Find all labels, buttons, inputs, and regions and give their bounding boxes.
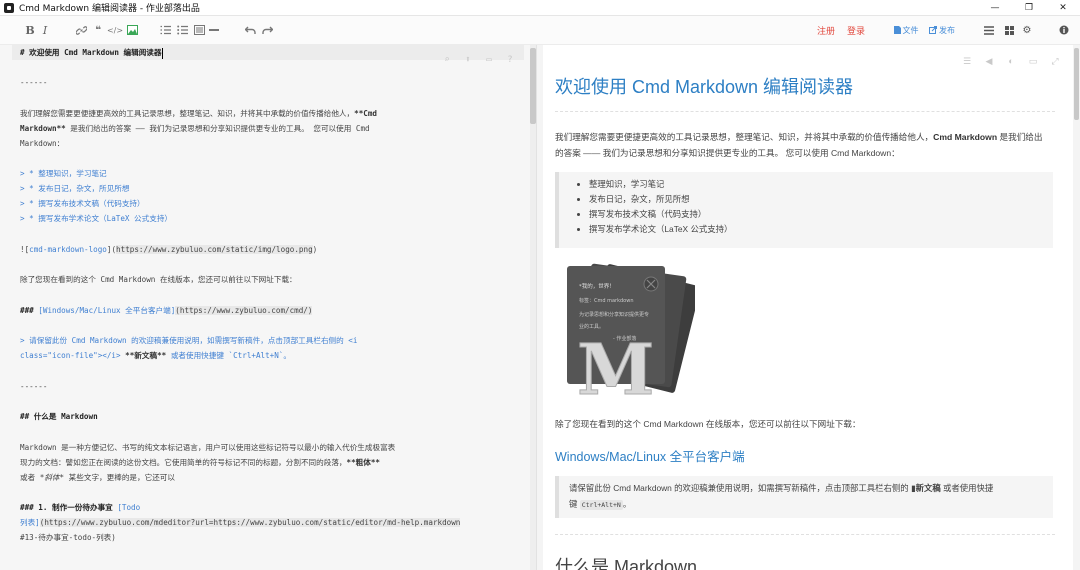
info-icon[interactable] xyxy=(1058,22,1070,38)
preview-heading: 什么是 Markdown xyxy=(555,557,698,570)
editor-line: ------ xyxy=(20,78,48,87)
editor-line: 我们理解您需要更便捷更高效的工具记录思想，整理笔记、知识，并将其中承载的价值传播… xyxy=(20,109,377,118)
grid-icon[interactable] xyxy=(1003,22,1015,38)
editor-line: ### [Windows/Mac/Linux 全平台客户端](https://w… xyxy=(20,306,313,315)
editor-line: > * 撰写发布学术论文（LaTeX 公式支持） xyxy=(20,214,173,223)
preview-divider xyxy=(555,111,1055,112)
client-download-link[interactable]: Windows/Mac/Linux 全平台客户端 xyxy=(555,446,745,465)
horizontal-rule-icon[interactable] xyxy=(208,22,220,38)
editor-line: Markdown 是一种方便记忆、书写的纯文本标记语言，用户可以使用这些标记符号… xyxy=(20,443,396,452)
preview-scrollbar[interactable] xyxy=(1073,45,1080,570)
minimize-button[interactable]: — xyxy=(978,0,1012,16)
monitor-icon[interactable]: ▭ xyxy=(1028,56,1038,66)
preview-paragraph: 除了您现在看到的这个 Cmd Markdown 在线版本，您还可以前往以下网址下… xyxy=(555,419,861,429)
editor-line: > * 发布日记，杂文，所见所想 xyxy=(20,184,130,193)
restore-button[interactable]: ❐ xyxy=(1012,0,1046,16)
fullscreen-icon[interactable]: ⤢ xyxy=(1050,56,1060,66)
italic-button[interactable]: I xyxy=(40,22,50,38)
editor-line: ![cmd-markdown-logo](https://www.zybuluo… xyxy=(20,245,318,254)
register-link[interactable]: 注册 xyxy=(815,22,837,38)
monitor-icon[interactable]: ▭ xyxy=(484,55,494,65)
editor-line: > 请保留此份 Cmd Markdown 的欢迎稿兼使用说明，如需撰写新稿件，点… xyxy=(20,336,358,345)
editor-line: 除了您现在看到的这个 Cmd Markdown 在线版本，您还可以前往以下网址下… xyxy=(20,275,297,284)
login-link[interactable]: 登录 xyxy=(845,22,867,38)
list-item: 整理知识，学习笔记 xyxy=(589,177,1053,192)
text-caret xyxy=(161,47,163,59)
editor-line: ------ xyxy=(20,382,48,391)
editor-line: 列表](https://www.zybuluo.com/mdeditor?url… xyxy=(20,518,461,527)
window-title-bar: Cmd Markdown 编辑阅读器 - 作业部落出品 — ❐ ✕ xyxy=(0,0,1080,16)
markdown-editor[interactable]: # 欢迎使用 Cmd Markdown 编辑阅读器 ⌕ ⬆ ▭ ? ------… xyxy=(0,45,530,570)
file-icon xyxy=(893,26,901,34)
code-icon[interactable]: </> xyxy=(107,22,123,38)
editor-pane-icons: ⌕ ⬆ ▭ ? xyxy=(442,55,515,65)
prev-icon[interactable]: ◀ xyxy=(984,56,994,66)
quote-icon[interactable]: ❝ xyxy=(91,22,105,38)
gear-icon[interactable]: ⚙ xyxy=(1021,22,1033,38)
shortcut-kbd: Ctrl+Alt+N xyxy=(579,500,623,510)
window-title: Cmd Markdown 编辑阅读器 - 作业部落出品 xyxy=(19,4,200,14)
search-icon[interactable]: ⌕ xyxy=(442,55,452,65)
markdown-preview: ☰ ◀ ◐ ▭ ⤢ 欢迎使用 Cmd Markdown 编辑阅读器 我们理解您需… xyxy=(543,45,1073,570)
bold-button[interactable]: B xyxy=(24,22,36,38)
undo-icon[interactable] xyxy=(243,22,257,38)
list-item: 撰写发布技术文稿（代码支持） xyxy=(589,207,1053,222)
editor-line: Markdown： xyxy=(20,139,65,148)
image-icon[interactable] xyxy=(125,22,139,38)
preview-quote-text: 请保留此份 Cmd Markdown 的欢迎稿兼使用说明，如需撰写新稿件，点击顶… xyxy=(569,483,994,510)
publish-icon xyxy=(929,26,937,34)
editor-line: ## 什么是 Markdown xyxy=(20,412,98,421)
svg-text:M: M xyxy=(577,328,655,400)
editor-toolbar: B I ❝ </> 注册 登录 文件 发布 ⚙ xyxy=(0,16,1080,45)
preview-divider xyxy=(555,534,1055,535)
preview-pane-icons: ☰ ◀ ◐ ▭ ⤢ xyxy=(962,56,1060,66)
editor-line: ### 1. 制作一份待办事宜 [Todo xyxy=(20,503,141,512)
editor-line: > * 撰写发布技术文稿（代码支持） xyxy=(20,199,145,208)
list-item: 发布日记，杂文，所见所想 xyxy=(589,192,1053,207)
upload-icon[interactable]: ⬆ xyxy=(463,55,473,65)
svg-text:*我的，世界！: *我的，世界！ xyxy=(579,282,615,290)
preview-paragraph: 我们理解您需要更便捷更高效的工具记录思想，整理笔记、知识，并将其中承载的价值传播… xyxy=(555,132,1043,158)
ordered-list-icon[interactable] xyxy=(158,22,172,38)
svg-text:为记录思想和分享知识提供更专: 为记录思想和分享知识提供更专 xyxy=(579,311,649,318)
preview-blockquote: 整理知识，学习笔记 发布日记，杂文，所见所想 撰写发布技术文稿（代码支持） 撰写… xyxy=(555,172,1053,248)
publish-button[interactable]: 发布 xyxy=(927,22,957,38)
preview-blockquote: 请保留此份 Cmd Markdown 的欢迎稿兼使用说明，如需撰写新稿件，点击顶… xyxy=(555,476,1053,518)
editor-line: > * 整理知识，学习笔记 xyxy=(20,169,107,178)
app-icon xyxy=(4,2,14,13)
theme-icon[interactable]: ◐ xyxy=(1006,56,1016,66)
redo-icon[interactable] xyxy=(260,22,274,38)
toc-icon[interactable]: ☰ xyxy=(962,56,972,66)
file-button[interactable]: 文件 xyxy=(892,22,920,38)
cmd-markdown-logo: *我的，世界！ 标签：Cmd markdown 为记录思想和分享知识提供更专 业… xyxy=(567,263,695,400)
editor-line: Markdown** 是我们给出的答案 —— 我们为记录思想和分享知识提供更专业… xyxy=(20,124,370,133)
heading-icon[interactable] xyxy=(192,22,206,38)
preview-list: 整理知识，学习笔记 发布日记，杂文，所见所想 撰写发布技术文稿（代码支持） 撰写… xyxy=(559,172,1053,242)
editor-line: class="icon-file"></i> **新文稿** 或者使用快捷键 `… xyxy=(20,351,291,360)
editor-line: #13-待办事宜-todo-列表) xyxy=(20,533,116,542)
editor-line: 现力的文档：譬如您正在阅读的这份文档。它使用简单的符号标记不同的标题，分割不同的… xyxy=(20,458,381,467)
pane-divider[interactable] xyxy=(536,45,543,570)
editor-line: 或者 *斜体* 某些文字，更棒的是，它还可以 xyxy=(20,473,175,482)
menu-icon[interactable] xyxy=(983,22,995,38)
link-icon[interactable] xyxy=(74,22,88,38)
unordered-list-icon[interactable] xyxy=(175,22,189,38)
help-icon[interactable]: ? xyxy=(505,55,515,65)
list-item: 撰写发布学术论文（LaTeX 公式支持） xyxy=(589,222,1053,237)
publish-label: 发布 xyxy=(939,25,955,35)
preview-scroll-thumb[interactable] xyxy=(1074,48,1079,120)
svg-text:标签：Cmd markdown: 标签：Cmd markdown xyxy=(579,297,634,304)
close-button[interactable]: ✕ xyxy=(1046,0,1080,16)
preview-title: 欢迎使用 Cmd Markdown 编辑阅读器 xyxy=(555,77,854,97)
file-label: 文件 xyxy=(902,25,919,35)
editor-line: # 欢迎使用 Cmd Markdown 编辑阅读器 xyxy=(20,47,163,59)
